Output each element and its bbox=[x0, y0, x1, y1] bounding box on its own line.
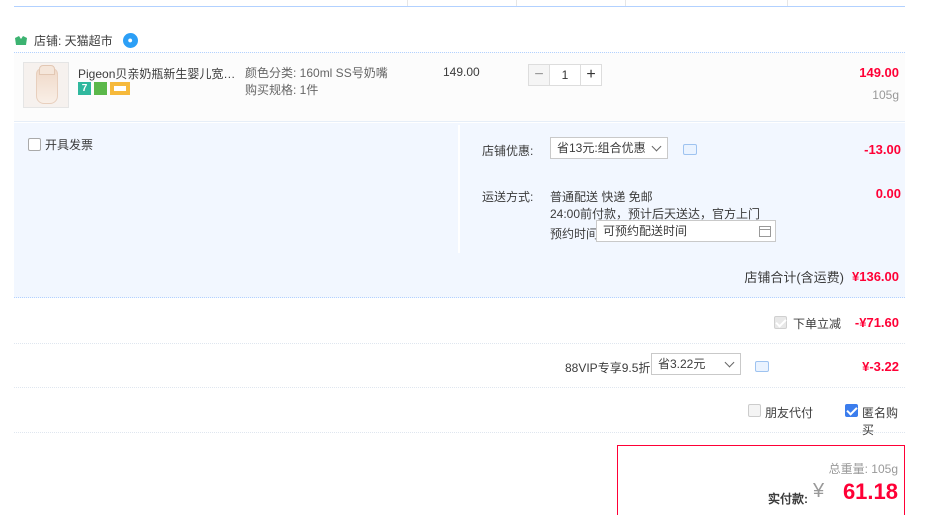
discount-label: 店铺优惠: bbox=[482, 144, 534, 158]
product-image[interactable] bbox=[23, 62, 69, 108]
green-service-badge-icon[interactable] bbox=[94, 82, 107, 95]
pay-amount: 61.18 bbox=[842, 479, 898, 504]
vip-label: 88VIP专享9.5折 bbox=[565, 361, 651, 375]
calendar-icon[interactable] bbox=[759, 226, 771, 237]
appointment-label: 预约时间 bbox=[550, 227, 599, 241]
quantity-input[interactable]: 1 bbox=[550, 64, 580, 86]
payment-options-row: 朋友代付 匿名购买 bbox=[14, 388, 905, 437]
friend-pay-label: 朋友代付 bbox=[765, 406, 814, 420]
vip-select[interactable]: 省3.22元 bbox=[651, 353, 741, 375]
tmall-icon bbox=[15, 35, 27, 45]
discount-chat-icon[interactable] bbox=[683, 144, 697, 155]
store-options-divider: 店铺优惠: 省13元:组合优惠 -13.00 运送方式: 普通配送 快递 免邮 … bbox=[458, 125, 905, 253]
unit-price: 149.00 bbox=[443, 65, 480, 79]
store-total-label: 店铺合计(含运费) bbox=[744, 270, 844, 285]
service-badges: 7 bbox=[78, 82, 130, 95]
decrease-quantity-button[interactable]: − bbox=[528, 64, 550, 86]
instant-discount-row: 下单立减 -¥71.60 bbox=[14, 298, 905, 344]
store-options: 店铺优惠: 省13元:组合优惠 -13.00 运送方式: 普通配送 快递 免邮 … bbox=[460, 125, 905, 253]
store-total: 店铺合计(含运费) ¥136.00 bbox=[744, 267, 899, 286]
friend-pay-checkbox[interactable] bbox=[748, 404, 761, 417]
wangwang-chat-icon[interactable]: ● bbox=[122, 33, 138, 48]
invoice-option[interactable]: 开具发票 bbox=[28, 136, 93, 153]
chevron-down-icon bbox=[651, 141, 662, 152]
sku-info: 颜色分类: 160ml SS号奶嘴 购买规格: 1件 bbox=[245, 65, 388, 99]
invoice-label: 开具发票 bbox=[45, 138, 94, 152]
product-title[interactable]: Pigeon贝亲奶瓶新生婴儿宽口径玻璃奶瓶 bbox=[78, 65, 238, 82]
header-separator bbox=[787, 0, 788, 6]
shipping-label: 运送方式: bbox=[482, 190, 534, 204]
instant-discount-checkbox bbox=[774, 316, 787, 329]
discount-amount: -13.00 bbox=[864, 142, 901, 157]
vip-selected: 省3.22元 bbox=[658, 357, 706, 371]
increase-quantity-button[interactable]: + bbox=[580, 64, 602, 86]
anonymous-checkbox[interactable] bbox=[845, 404, 858, 417]
appointment-time-input[interactable]: 可预约配送时间 bbox=[596, 220, 776, 242]
sku-spec: 购买规格: 1件 bbox=[245, 83, 319, 97]
store-name[interactable]: 店铺: 天猫超市 bbox=[34, 32, 113, 49]
credit-card-badge-icon[interactable] bbox=[110, 82, 130, 95]
header-separator bbox=[516, 0, 517, 6]
chevron-down-icon bbox=[724, 357, 735, 368]
instant-discount-amount: -¥71.60 bbox=[854, 315, 899, 330]
discount-selected: 省13元:组合优惠 bbox=[557, 141, 646, 155]
store-total-amount: ¥136.00 bbox=[852, 269, 899, 284]
quantity-stepper: − 1 + bbox=[528, 64, 602, 86]
store-header: 店铺: 天猫超市 ● bbox=[14, 32, 138, 49]
discount-select[interactable]: 省13元:组合优惠 bbox=[550, 137, 668, 159]
total-weight: 总重量: 105g bbox=[829, 460, 898, 477]
shipping-amount: 0.00 bbox=[875, 186, 901, 201]
vip-discount-row: 88VIP专享9.5折 省3.22元 ¥-3.22 bbox=[14, 344, 905, 388]
total-weight-value: 105g bbox=[871, 462, 898, 476]
shipping-method: 普通配送 快递 免邮 bbox=[550, 190, 653, 204]
appointment-placeholder: 可预约配送时间 bbox=[603, 224, 688, 238]
seven-day-return-badge-icon[interactable]: 7 bbox=[78, 82, 91, 95]
item-subtotal: 149.00 bbox=[859, 65, 899, 80]
bottle-cap-icon bbox=[39, 65, 55, 75]
invoice-checkbox[interactable] bbox=[28, 138, 41, 151]
total-weight-label: 总重量: bbox=[828, 462, 868, 476]
order-options-panel: 开具发票 店铺优惠: 省13元:组合优惠 -13.00 运送方式: 普通配送 快… bbox=[14, 123, 905, 298]
table-header-line bbox=[14, 0, 905, 7]
cart-item-row: Pigeon贝亲奶瓶新生婴儿宽口径玻璃奶瓶 7 颜色分类: 160ml SS号奶… bbox=[14, 52, 905, 122]
vip-amount: ¥-3.22 bbox=[862, 359, 899, 374]
item-weight: 105g bbox=[872, 88, 899, 102]
pay-label: 实付款: bbox=[768, 492, 808, 506]
anonymous-label: 匿名购买 bbox=[862, 406, 899, 437]
pay-currency: ¥ bbox=[813, 480, 825, 502]
vip-chat-icon[interactable] bbox=[755, 361, 769, 372]
instant-discount-label: 下单立减 bbox=[793, 317, 842, 331]
sku-color: 颜色分类: 160ml SS号奶嘴 bbox=[245, 66, 388, 80]
header-separator bbox=[625, 0, 626, 6]
header-separator bbox=[407, 0, 408, 6]
